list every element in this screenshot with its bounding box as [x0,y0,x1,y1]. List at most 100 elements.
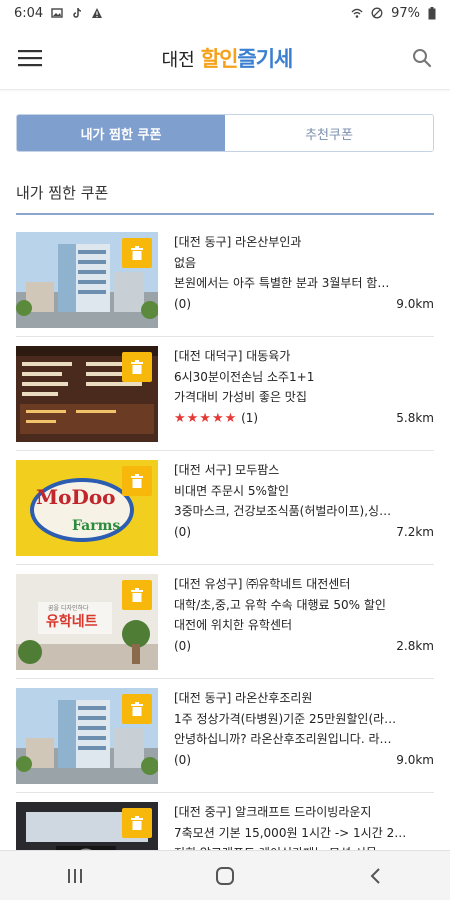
list-item[interactable]: MoDoo Farms [대전 서구] 모두팜스 비대면 주문시 5%할인 3중… [16,451,434,565]
item-benefit: 없음 [174,255,197,270]
item-name: 알크래프트 드라이빙라운지 [235,805,372,819]
search-icon[interactable] [412,48,432,68]
distance: 2.8km [396,638,434,653]
warning-icon [92,8,103,18]
delete-coupon-button[interactable] [122,694,152,724]
item-meta: (0) 9.0km [174,294,434,315]
item-thumbnail [16,688,158,784]
item-info: [대전 대덕구] 대동육가 6시30분이전손님 소주1+1 가격대비 가성비 좋… [158,346,434,441]
app-logo: 대전 할인즐기세 [161,43,294,73]
item-thumbnail: 꿈을 디자인하다 유학네트 [16,574,158,670]
item-meta: ★★★★★ (1) 5.8km [174,408,434,430]
delete-coupon-button[interactable] [122,352,152,382]
item-region: [대전 동구] [174,235,232,249]
item-meta: (0) 7.2km [174,522,434,543]
logo-brand-part2: 즐기세 [237,46,293,71]
item-name: 라온산부인과 [235,235,302,249]
home-icon [216,866,234,885]
list-item[interactable]: [대전 동구] 라온산부인과 없음 본원에서는 아주 특별한 분과 3월부터 함… [16,223,434,337]
menu-icon[interactable] [18,49,42,67]
logo-city: 대전 [161,49,195,71]
system-nav-bar [0,850,450,900]
status-time: 6:04 [14,5,44,21]
item-description: 본원에서는 아주 특별한 분과 3월부터 함… [174,276,390,290]
review-count: (0) [174,752,191,767]
delete-coupon-button[interactable] [122,238,152,268]
list-item[interactable]: [대전 대덕구] 대동육가 6시30분이전손님 소주1+1 가격대비 가성비 좋… [16,337,434,451]
review-count: (0) [174,524,191,539]
status-left: 6:04 [14,6,103,21]
rating-stars: ★★★★★ [174,410,238,426]
review-count: (0) [174,638,191,653]
item-benefit: 6시30분이전손님 소주1+1 [174,369,315,384]
item-name: 모두팜스 [235,463,280,477]
distance: 9.0km [396,296,434,311]
item-description: 대전에 위치한 유학센터 [174,618,293,632]
item-name: ㈜유학네트 대전센터 [246,577,351,591]
item-region: [대전 동구] [174,691,232,705]
delete-coupon-button[interactable] [122,580,152,610]
sign-small-text: 꿈을 디자인하다 [48,604,89,612]
item-title: [대전 서구] 모두팜스 [174,460,434,481]
trash-icon [131,816,143,830]
distance: 5.8km [396,411,434,425]
item-info: [대전 서구] 모두팜스 비대면 주문시 5%할인 3중마스크, 건강보조식품(… [158,460,434,555]
item-benefit: 비대면 주문시 5%할인 [174,483,289,498]
item-region: [대전 중구] [174,805,232,819]
trash-icon [131,474,143,488]
battery-icon [428,6,436,19]
item-benefit: 1주 정상가격(타병원)기준 25만원할인(라… [174,711,397,726]
item-title: [대전 동구] 라온산후조리원 [174,688,434,709]
trash-icon [131,588,143,602]
distance: 9.0km [396,752,434,767]
gallery-icon [51,8,63,18]
status-right: 97% [351,6,436,21]
item-thumbnail [16,346,158,442]
item-title: [대전 동구] 라온산부인과 [174,232,434,253]
trash-icon [131,246,143,260]
recents-button[interactable] [45,856,105,896]
logo-text-modoo: MoDoo [36,485,116,509]
tiktok-icon [73,7,82,18]
item-info: [대전 유성구] ㈜유학네트 대전센터 대학/초,중,고 유학 수속 대행료 5… [158,574,434,669]
item-benefit: 대학/초,중,고 유학 수속 대행료 50% 할인 [174,597,386,612]
review-count: (1) [241,410,259,425]
item-meta: (0) 9.0km [174,750,434,771]
delete-coupon-button[interactable] [122,808,152,838]
item-info: [대전 동구] 라온산부인과 없음 본원에서는 아주 특별한 분과 3월부터 함… [158,232,434,327]
item-title: [대전 대덕구] 대동육가 [174,346,434,367]
battery-percent: 97% [391,5,420,21]
list-item[interactable]: 꿈을 디자인하다 유학네트 [대전 유성구] ㈜유학네트 대전센터 대학/초,중… [16,565,434,679]
distance: 7.2km [396,524,434,539]
item-title: [대전 중구] 알크래프트 드라이빙라운지 [174,802,434,823]
sign-text: 유학네트 [46,614,98,630]
tab-my-coupons[interactable]: 내가 찜한 쿠폰 [17,115,225,151]
item-meta: (0) 2.8km [174,636,434,657]
recents-icon [68,868,82,883]
status-bar: 6:04 97% [0,0,450,26]
item-benefit: 7축모션 기본 15,000원 1시간 -> 1시간 2… [174,825,407,840]
item-description: 3중마스크, 건강보조식품(허벌라이프),싱… [174,504,392,518]
review-count: (0) [174,296,191,311]
item-name: 라온산후조리원 [235,691,313,705]
dnd-icon [371,7,383,19]
coupon-list: [대전 동구] 라온산부인과 없음 본원에서는 아주 특별한 분과 3월부터 함… [16,223,434,865]
delete-coupon-button[interactable] [122,466,152,496]
logo-text-farms: Farms [72,518,120,534]
home-button[interactable] [195,856,255,896]
coupon-list-viewport[interactable]: [대전 동구] 라온산부인과 없음 본원에서는 아주 특별한 분과 3월부터 함… [16,215,434,865]
item-region: [대전 서구] [174,463,232,477]
list-item[interactable]: [대전 동구] 라온산후조리원 1주 정상가격(타병원)기준 25만원할인(라…… [16,679,434,793]
trash-icon [131,360,143,374]
item-region: [대전 유성구] [174,577,243,591]
logo-brand-part1: 할인 [200,46,239,71]
coupon-tabs: 내가 찜한 쿠폰 추천쿠폰 [16,114,434,152]
item-info: [대전 동구] 라온산후조리원 1주 정상가격(타병원)기준 25만원할인(라…… [158,688,434,783]
item-title: [대전 유성구] ㈜유학네트 대전센터 [174,574,434,595]
back-button[interactable] [345,856,405,896]
item-description: 안녕하십니까? 라온산후조리원입니다. 라… [174,732,392,746]
item-thumbnail [16,232,158,328]
item-thumbnail: MoDoo Farms [16,460,158,556]
trash-icon [131,702,143,716]
tab-recommended[interactable]: 추천쿠폰 [225,115,433,151]
